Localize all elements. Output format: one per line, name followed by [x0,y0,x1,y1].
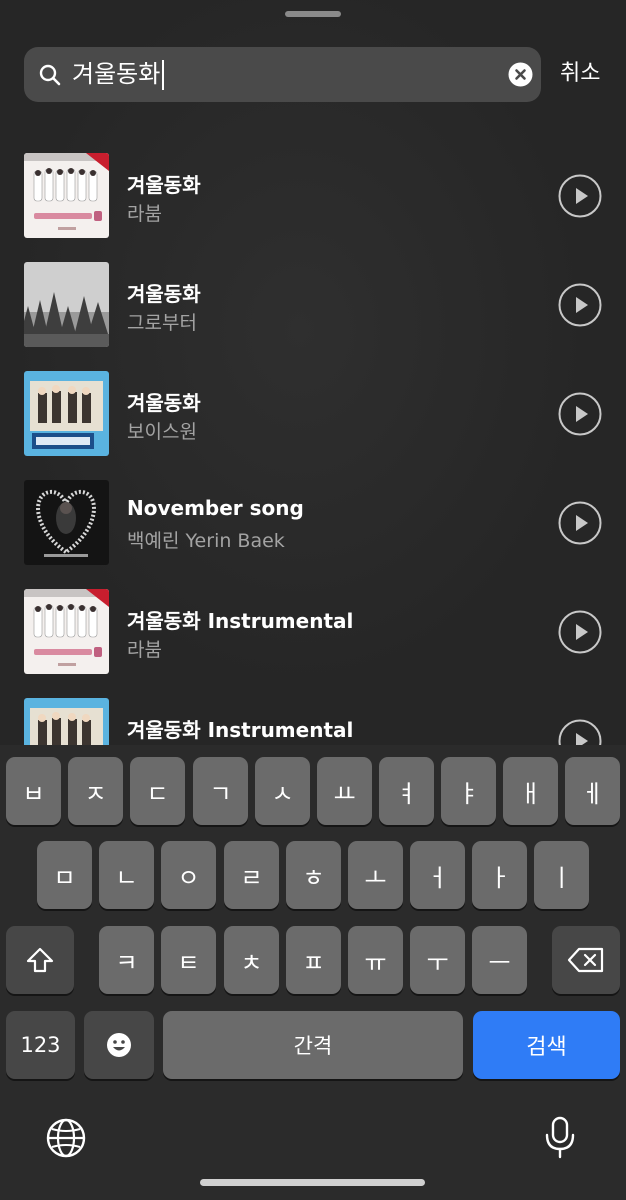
key[interactable]: ㄴ [99,841,154,909]
key[interactable]: ㄹ [224,841,279,909]
key[interactable]: ㅂ [6,757,61,825]
key[interactable]: ㅑ [441,757,496,825]
song-title: 겨울동화 Instrumental [127,609,354,633]
album-art [24,589,109,674]
artist-name: 백예린 Yerin Baek [127,530,285,552]
shift-key[interactable] [6,926,74,994]
key[interactable]: ㅡ [472,926,527,994]
play-icon[interactable] [558,283,602,327]
play-icon[interactable] [558,610,602,654]
key[interactable]: ㅐ [503,757,558,825]
emoji-key[interactable] [84,1011,154,1079]
key[interactable]: ㅎ [286,841,341,909]
artist-name: 라붐 [127,203,162,225]
album-art [24,262,109,347]
shift-icon [26,947,54,973]
song-title: November song [127,496,304,520]
album-art [24,698,109,745]
keyboard: ㅂ ㅈ ㄷ ㄱ ㅅ ㅛ ㅕ ㅑ ㅐ ㅔ ㅁ ㄴ ㅇ ㄹ ㅎ ㅗ ㅓ ㅏ ㅣ ㅋ … [0,745,626,1200]
emoji-icon [107,1033,131,1057]
globe-icon[interactable] [44,1116,88,1160]
text-caret [162,60,165,90]
key[interactable]: ㅋ [99,926,154,994]
mic-icon[interactable] [538,1115,582,1159]
search-key[interactable]: 검색 [473,1011,620,1079]
song-title: 겨울동화 [127,391,201,415]
search-icon [39,64,61,86]
result-row[interactable]: 겨울동화 Instrumental [0,685,626,745]
key[interactable]: ㅜ [410,926,465,994]
play-icon[interactable] [558,719,602,745]
search-query: 겨울동화 [72,60,161,88]
album-art [24,153,109,238]
play-icon[interactable] [558,501,602,545]
home-indicator [200,1179,425,1186]
numbers-key[interactable]: 123 [6,1011,75,1079]
key[interactable]: ㅏ [472,841,527,909]
delete-key[interactable] [552,926,620,994]
cancel-button[interactable]: 취소 [560,58,600,90]
key[interactable]: ㅗ [348,841,403,909]
artist-name: 라붐 [127,639,162,661]
key[interactable]: ㅠ [348,926,403,994]
search-input[interactable]: 겨울동화 [72,47,165,102]
key[interactable]: ㅊ [224,926,279,994]
key[interactable]: ㅕ [379,757,434,825]
album-art [24,480,109,565]
song-title: 겨울동화 Instrumental [127,718,354,742]
album-art [24,371,109,456]
search-bar[interactable]: 겨울동화 [24,47,541,102]
key[interactable]: ㄷ [130,757,185,825]
key[interactable]: ㅛ [317,757,372,825]
play-icon[interactable] [558,392,602,436]
result-row[interactable]: 겨울동화 라붐 [0,140,626,249]
result-row[interactable]: November song 백예린 Yerin Baek [0,467,626,576]
song-title: 겨울동화 [127,173,201,197]
key[interactable]: ㄱ [193,757,248,825]
sheet-grabber[interactable] [285,11,341,17]
key[interactable]: ㅍ [286,926,341,994]
key[interactable]: ㅈ [68,757,123,825]
key[interactable]: ㅓ [410,841,465,909]
delete-icon [567,947,604,973]
result-row[interactable]: 겨울동화 보이스원 [0,358,626,467]
key[interactable]: ㅁ [37,841,92,909]
key[interactable]: ㅔ [565,757,620,825]
result-row[interactable]: 겨울동화 Instrumental 라붐 [0,576,626,685]
result-row[interactable]: 겨울동화 그로부터 [0,249,626,358]
search-results-list: 겨울동화 라붐 겨울동화 그로부터 겨울동화 보이스원 November son… [0,140,626,745]
artist-name: 보이스원 [127,421,197,443]
key[interactable]: ㅌ [161,926,216,994]
song-title: 겨울동화 [127,282,201,306]
clear-search-icon[interactable] [508,62,533,87]
key[interactable]: ㅇ [161,841,216,909]
artist-name: 그로부터 [127,312,197,334]
play-icon[interactable] [558,174,602,218]
space-key[interactable]: 간격 [163,1011,463,1079]
key[interactable]: ㅅ [255,757,310,825]
key[interactable]: ㅣ [534,841,589,909]
